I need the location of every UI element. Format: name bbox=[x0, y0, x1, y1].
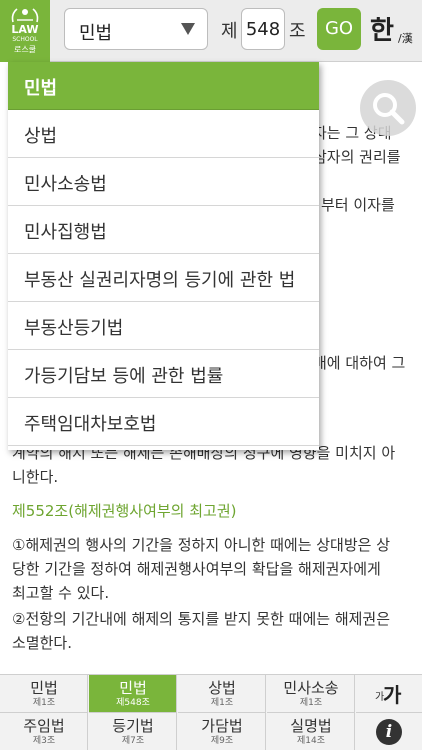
dropdown-item-label: 부동산등기법 bbox=[24, 318, 124, 339]
nav-civil-law-current[interactable]: 민법 제548조 bbox=[89, 675, 177, 713]
law-select-value: 민법 bbox=[79, 23, 113, 44]
language-toggle-main: 한 bbox=[370, 16, 394, 46]
logo-text-law: LAW bbox=[11, 23, 39, 36]
dropdown-item[interactable]: 민사집행법 bbox=[8, 206, 319, 254]
nav-commercial-law[interactable]: 상법 제1조 bbox=[178, 675, 266, 713]
nav-civil-law[interactable]: 민법 제1조 bbox=[0, 675, 88, 713]
nav-article: 제3조 bbox=[32, 736, 56, 746]
dropdown-item-label: 주택임대차보호법 bbox=[24, 414, 157, 435]
dropdown-item[interactable]: 민법 bbox=[8, 62, 319, 110]
search-button[interactable] bbox=[360, 80, 416, 136]
article-suffix: 조 bbox=[289, 21, 306, 42]
dropdown-item[interactable]: 가등기담보 등에 관한 법률 bbox=[8, 350, 319, 398]
logo-text-korean: 로스쿨 bbox=[13, 45, 37, 54]
dropdown-item-label: 민사집행법 bbox=[24, 222, 107, 243]
dropdown-item[interactable]: 민사소송법 bbox=[8, 158, 319, 206]
nav-article: 제1조 bbox=[32, 698, 56, 708]
dropdown-item-label: 상법 bbox=[24, 126, 58, 147]
nav-article: 제14조 bbox=[296, 736, 325, 746]
content-line: 삼자의 권리를 bbox=[313, 148, 401, 166]
dropdown-item[interactable]: 부동산 실권리자명의 등기에 관한 법 bbox=[8, 254, 319, 302]
content-line: 니한다. bbox=[12, 468, 59, 486]
content-line: 부터 이자를 bbox=[321, 196, 395, 214]
nav-civil-procedure[interactable]: 민사소송 제1조 bbox=[267, 675, 355, 713]
section-line: 최고할 수 있다. bbox=[12, 584, 110, 602]
language-toggle-sub: /漢 bbox=[398, 32, 413, 45]
bottom-nav: 민법 제1조 민법 제548조 상법 제1조 민사소송 제1조 가 가 주임법 … bbox=[0, 674, 422, 750]
nav-article: 제1조 bbox=[210, 698, 234, 708]
dropdown-item[interactable]: 주택임대차보호법 bbox=[8, 398, 319, 446]
nav-housing-lease-act[interactable]: 주임법 제3조 bbox=[0, 713, 88, 750]
section-line: ①해제권의 행사의 기간을 정하지 아니한 때에는 상대방은 상 bbox=[12, 536, 391, 554]
law-school-logo[interactable]: LAW SCHOOL 로스쿨 bbox=[0, 0, 50, 62]
section-line: ②전항의 기간내에 해제의 통지를 받지 못한 때에는 해제권은 bbox=[12, 610, 391, 628]
nav-name: 민법 bbox=[119, 679, 147, 697]
logo-text-school: SCHOOL bbox=[12, 36, 38, 43]
content-line: 배에 대하여 그 bbox=[313, 354, 406, 372]
article-prefix: 제 bbox=[221, 21, 238, 42]
nav-article: 제7조 bbox=[121, 736, 145, 746]
go-button[interactable]: GO bbox=[317, 8, 361, 50]
nav-name: 가담법 bbox=[201, 717, 243, 735]
nav-article: 제1조 bbox=[299, 698, 323, 708]
nav-name: 실명법 bbox=[290, 717, 332, 735]
nav-name: 민사소송 bbox=[283, 679, 339, 697]
nav-registration-act[interactable]: 등기법 제7조 bbox=[89, 713, 177, 750]
law-dropdown-list: 민법 상법 민사소송법 민사집행법 부동산 실권리자명의 등기에 관한 법 부동… bbox=[8, 62, 319, 450]
nav-article: 제9조 bbox=[210, 736, 234, 746]
font-size-button[interactable]: 가 가 bbox=[356, 675, 422, 713]
nav-name: 등기법 bbox=[112, 717, 154, 735]
app-header: LAW SCHOOL 로스쿨 민법 제 조 GO 한 /漢 bbox=[0, 0, 422, 62]
dropdown-item[interactable]: 부동산등기법 bbox=[8, 302, 319, 350]
nav-article: 제548조 bbox=[116, 698, 150, 708]
nav-provisional-registration-act[interactable]: 가담법 제9조 bbox=[178, 713, 266, 750]
section-line: 소멸한다. bbox=[12, 634, 72, 652]
laurel-icon bbox=[11, 8, 39, 23]
article-number-input[interactable] bbox=[241, 8, 285, 50]
dropdown-item[interactable]: 상법 bbox=[8, 110, 319, 158]
dropdown-item-label: 가등기담보 등에 관한 법률 bbox=[24, 366, 224, 387]
nav-name: 민법 bbox=[30, 679, 58, 697]
info-circle-icon: i bbox=[376, 719, 402, 745]
font-size-icon-large: 가 bbox=[383, 683, 402, 707]
dropdown-item-label: 부동산 실권리자명의 등기에 관한 법 bbox=[24, 270, 296, 291]
triangle-down-icon bbox=[181, 23, 195, 35]
nav-name: 상법 bbox=[208, 679, 236, 697]
nav-name: 주임법 bbox=[23, 717, 65, 735]
section-line: 당한 기간을 정하여 해제권행사여부의 확답을 해제권자에게 bbox=[12, 560, 381, 578]
dropdown-item-label: 민사소송법 bbox=[24, 174, 107, 195]
dropdown-item-label: 민법 bbox=[24, 78, 58, 99]
law-select[interactable]: 민법 bbox=[64, 8, 208, 50]
magnifier-icon bbox=[373, 93, 405, 125]
section-title: 제552조(해제권행사여부의 최고권) bbox=[12, 502, 237, 520]
nav-real-name-act[interactable]: 실명법 제14조 bbox=[267, 713, 355, 750]
info-button[interactable]: i bbox=[356, 713, 422, 750]
